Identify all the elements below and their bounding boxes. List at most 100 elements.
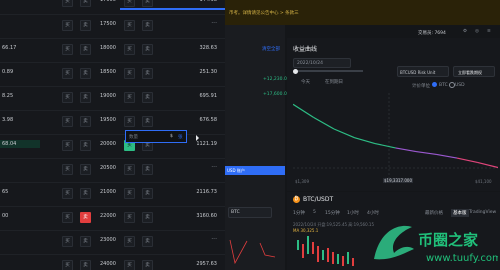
table-row[interactable]: 3.98 买卖 19500 买卖 676.58 [0,110,225,135]
strike-price: 22000 [100,213,116,219]
date-slider[interactable] [293,68,363,74]
right-value: 251.30 [199,69,218,75]
buy-button[interactable]: 买 [62,92,73,103]
clear-all-link[interactable]: 清空全部 [262,46,280,52]
table-row[interactable]: 8.25 买卖 19000 买卖 695.91 [0,86,225,111]
tradingview-tab[interactable]: TradingView [469,210,496,215]
mode-today[interactable]: 今天 [301,79,310,85]
call-buy-button[interactable]: 买 [124,44,135,55]
sell-button[interactable]: 卖 [80,44,91,55]
base-tab[interactable]: 基本版 [451,209,469,217]
call-buy-button[interactable]: 买 [124,164,135,175]
call-sell-button[interactable]: 卖 [142,0,153,7]
put-option-button[interactable]: 立即看跌期权 [453,66,495,77]
menu-icon[interactable]: ≡ [487,29,491,34]
call-sell-button[interactable]: 卖 [142,164,153,175]
table-row[interactable]: 买卖 23000 买卖 ··· [0,230,225,255]
buy-button[interactable]: 买 [62,140,73,151]
payoff-segment [293,103,314,118]
buy-button[interactable]: 买 [62,20,73,31]
buy-button[interactable]: 买 [62,116,73,127]
call-buy-button[interactable]: 买 [124,68,135,79]
notice-text: 币考。详情请见公告中心 > 条款三 [229,11,299,16]
table-row[interactable]: 66.17 买卖 18000 买卖 328.63 [0,38,225,63]
call-sell-button[interactable]: 卖 [142,212,153,223]
date-selector[interactable]: 2022/10/24 [293,58,351,68]
call-sell-button[interactable]: 卖 [142,44,153,55]
sell-button[interactable]: 卖 [80,68,91,79]
payoff-segment [395,147,417,153]
call-buy-button[interactable]: 买 [124,0,135,7]
sell-button[interactable]: 卖 [80,260,91,270]
mode-expiry[interactable]: 在到期日 [325,79,343,85]
more-icon[interactable]: ··· [211,20,217,27]
call-buy-button[interactable]: 买 [124,260,135,270]
tab-15m[interactable]: 15分钟 [325,210,340,216]
call-sell-button[interactable]: 卖 [142,236,153,247]
sell-button[interactable]: 卖 [80,188,91,199]
sell-button[interactable]: 卖 [80,0,91,7]
usd-account-bar[interactable]: USD 账户 [225,166,285,175]
sell-button[interactable]: 卖 [80,164,91,175]
payoff-segment [333,128,355,139]
call-buy-button[interactable]: 买 [124,212,135,223]
sell-button[interactable]: 卖 [80,92,91,103]
payoff-segment [436,153,458,159]
radio-btc[interactable] [432,82,437,87]
pair-select-value: BTCUSD Risk Unit [400,69,436,75]
table-row[interactable]: 68.04 买卖 20000 买卖 1121.19 [0,134,225,159]
call-sell-button[interactable]: 卖 [142,20,153,31]
right-value: 3160.60 [196,213,217,219]
buy-button[interactable]: 买 [62,260,73,270]
buy-button[interactable]: 买 [62,68,73,79]
sell-button[interactable]: 卖 [80,140,91,151]
buy-button[interactable]: 买 [62,44,73,55]
buy-button[interactable]: 买 [62,212,73,223]
call-buy-button[interactable]: 买 [124,92,135,103]
sell-button[interactable]: 卖 [80,212,91,223]
logo-mark-icon: 币圈之家 www.tuufy.com [374,225,500,264]
table-row[interactable]: 买卖 24000 买卖 2957.63 [0,254,225,270]
tab-1h[interactable]: 1小时 [347,210,359,216]
call-sell-button[interactable]: 卖 [142,188,153,199]
call-sell-button[interactable]: 卖 [142,92,153,103]
table-row[interactable]: 65 买卖 21000 买卖 2116.73 [0,182,225,207]
call-sell-button[interactable]: 卖 [142,68,153,79]
sell-button[interactable]: 卖 [80,20,91,31]
table-row[interactable]: 买卖 20500 买卖 ··· [0,158,225,183]
call-buy-button[interactable]: 买 [124,20,135,31]
call-sell-button[interactable]: 卖 [142,260,153,270]
call-sell-button[interactable]: 卖 [142,116,153,127]
payoff-segment [456,157,478,164]
call-buy-button[interactable]: 买 [124,188,135,199]
pair-select[interactable]: BTCUSD Risk Unit [397,66,449,77]
sell-button[interactable]: 卖 [80,236,91,247]
table-row[interactable]: 00 买卖 22000 买卖 3160.60 [0,206,225,231]
account-id: 交易员: 7694 [418,31,446,36]
strike-price: 17500 [100,21,116,27]
buy-button[interactable]: 买 [62,188,73,199]
pair-title: BTC/USDT [303,196,334,203]
left-value: 8.25 [2,93,14,99]
buy-button[interactable]: 买 [62,236,73,247]
more-icon[interactable]: ··· [211,164,217,171]
buy-button[interactable]: 买 [62,164,73,175]
price-tab[interactable]: 最新价格 [425,210,443,216]
tab-1m[interactable]: 1分钟 [293,210,305,216]
slider-handle[interactable] [293,68,298,74]
more-icon[interactable]: ··· [211,236,217,243]
globe-icon[interactable]: ◎ [475,29,479,34]
sell-button[interactable]: 卖 [80,116,91,127]
call-buy-button[interactable]: 买 [124,116,135,127]
btc-select[interactable]: BTC [228,207,272,218]
gear-icon[interactable]: ⚙ [463,29,467,34]
tab-4h[interactable]: 4小时 [367,210,379,216]
table-row[interactable]: 0.89 买卖 18500 买卖 251.30 [0,62,225,87]
mouse-cursor-icon [196,135,199,141]
quantity-input-popup[interactable]: 数量 $ 张 [125,130,187,143]
call-buy-button[interactable]: 买 [124,236,135,247]
buy-button[interactable]: 买 [62,0,73,7]
tab-5[interactable]: 5 [313,210,316,215]
candles [297,236,354,266]
table-row[interactable]: 买卖 17500 买卖 ··· [0,14,225,39]
